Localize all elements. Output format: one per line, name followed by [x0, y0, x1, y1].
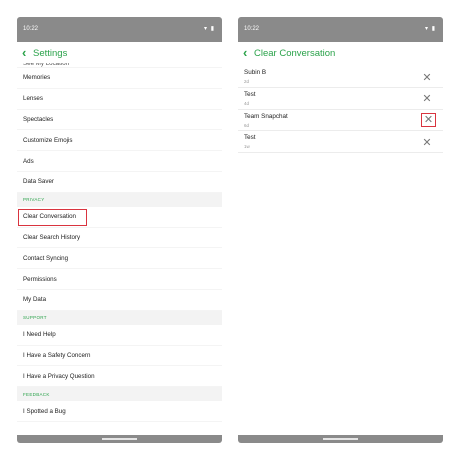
status-time: 10:22	[244, 26, 260, 32]
section-header-support: SUPPORT	[17, 310, 222, 325]
close-icon[interactable]: ✕	[420, 70, 434, 84]
status-bar: 10:22 ▾ ▮	[238, 17, 443, 42]
settings-item-clear-conversation[interactable]: Clear Conversation	[17, 207, 222, 228]
conversation-row: Subin B 2d ✕	[238, 66, 443, 88]
close-icon[interactable]: ✕	[421, 112, 436, 127]
section-header-feedback: FEEDBACK	[17, 387, 222, 402]
close-icon[interactable]: ✕	[420, 92, 434, 106]
settings-item-customize-emojis[interactable]: Customize Emojis	[17, 130, 222, 152]
conversation-time: 2d	[244, 79, 250, 84]
conversation-list: Subin B 2d ✕ Test 4d ✕ Team Snapchat 6d …	[238, 66, 443, 154]
conversation-time: 1w	[244, 144, 250, 150]
chevron-left-icon[interactable]: ‹	[243, 46, 253, 60]
settings-item-label: Clear Conversation	[23, 213, 76, 221]
settings-item-memories[interactable]: Memories	[17, 68, 222, 89]
clear-conversation-header: ‹ Clear Conversation	[238, 42, 443, 66]
settings-item-i-need-help[interactable]: I Need Help	[17, 325, 222, 346]
conversation-name: Subin B	[244, 69, 267, 76]
close-icon[interactable]: ✕	[420, 135, 434, 149]
conversation-name: Test	[244, 90, 256, 98]
settings-item-spotted-bug[interactable]: I Spotted a Bug	[17, 401, 222, 422]
settings-screen: 10:22 ▾ ▮ ‹ Settings See My Location Mem…	[17, 17, 222, 443]
settings-item-safety-concern[interactable]: I Have a Safety Concern	[17, 346, 222, 367]
conversation-row: Team Snapchat 6d ✕	[238, 110, 443, 132]
section-header-privacy: PRIVACY	[17, 192, 222, 207]
settings-item-contact-syncing[interactable]: Contact Syncing	[17, 248, 222, 270]
page-title: Clear Conversation	[254, 48, 336, 59]
home-bar	[17, 435, 222, 443]
conversation-name: Team Snapchat	[244, 112, 288, 120]
chevron-left-icon[interactable]: ‹	[22, 46, 32, 60]
status-icons: ▾ ▮	[425, 26, 436, 32]
settings-item-spectacles[interactable]: Spectacles	[17, 110, 222, 131]
status-bar: 10:22 ▾ ▮	[17, 17, 222, 42]
settings-item-lenses[interactable]: Lenses	[17, 89, 222, 110]
settings-list: See My Location Memories Lenses Spectacl…	[17, 63, 222, 437]
page-title: Settings	[33, 48, 68, 59]
home-indicator[interactable]	[323, 438, 358, 440]
conversation-time: 4d	[244, 100, 250, 106]
conversation-row: Test 4d ✕	[238, 88, 443, 110]
conversation-name: Test	[244, 134, 256, 142]
conversation-time: 6d	[244, 122, 250, 128]
settings-item-my-data[interactable]: My Data	[17, 290, 222, 311]
status-time: 10:22	[23, 26, 39, 32]
settings-item-clear-search-history[interactable]: Clear Search History	[17, 228, 222, 249]
settings-item-permissions[interactable]: Permissions	[17, 269, 222, 290]
settings-item-data-saver[interactable]: Data Saver	[17, 172, 222, 193]
status-icons: ▾ ▮	[204, 26, 215, 32]
settings-item-ads[interactable]: Ads	[17, 151, 222, 172]
home-bar	[238, 435, 443, 443]
clear-conversation-screen: 10:22 ▾ ▮ ‹ Clear Conversation Subin B 2…	[238, 17, 443, 443]
home-indicator[interactable]	[102, 438, 137, 440]
settings-item-privacy-question[interactable]: I Have a Privacy Question	[17, 366, 222, 388]
conversation-row: Test 1w ✕	[238, 131, 443, 154]
